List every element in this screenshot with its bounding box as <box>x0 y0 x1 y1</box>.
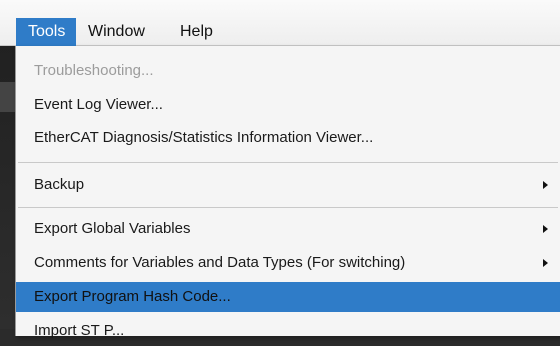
menu-item-label: Event Log Viewer... <box>34 96 163 113</box>
menu-item-comments-for-variables[interactable]: Comments for Variables and Data Types (F… <box>16 248 560 278</box>
menu-item-label: EtherCAT Diagnosis/Statistics Informatio… <box>34 129 374 146</box>
menu-bar: Tools Window Help <box>0 0 560 46</box>
menu-item-backup[interactable]: Backup <box>16 170 560 200</box>
submenu-arrow-icon <box>543 259 548 267</box>
menu-item-label: Export Global Variables <box>34 220 191 237</box>
menu-item-export-program-hash-code[interactable]: Export Program Hash Code... <box>16 282 560 312</box>
menu-item-label: Comments for Variables and Data Types (F… <box>34 254 406 271</box>
menu-item-troubleshooting[interactable]: Troubleshooting... <box>16 56 560 86</box>
menu-item-label: Troubleshooting... <box>34 62 154 79</box>
menu-separator <box>18 162 558 163</box>
submenu-arrow-icon <box>543 181 548 189</box>
menu-item-event-log-viewer[interactable]: Event Log Viewer... <box>16 90 560 120</box>
menu-window[interactable]: Window <box>76 18 168 46</box>
menu-help[interactable]: Help <box>168 18 242 46</box>
menu-item-label: Import ST P... <box>34 322 125 339</box>
menu-tools[interactable]: Tools <box>16 18 76 46</box>
menu-item-label: Export Program Hash Code... <box>34 288 231 305</box>
menu-separator <box>18 207 558 208</box>
menu-item-export-global-variables[interactable]: Export Global Variables <box>16 214 560 244</box>
menu-item-label: Backup <box>34 176 85 193</box>
menu-item-ethercat-diagnosis[interactable]: EtherCAT Diagnosis/Statistics Informatio… <box>16 123 560 153</box>
menu-item-import-st-program[interactable]: Import ST P... <box>16 316 560 346</box>
submenu-arrow-icon <box>543 225 548 233</box>
tools-dropdown-menu: Troubleshooting... Event Log Viewer... E… <box>15 46 560 339</box>
